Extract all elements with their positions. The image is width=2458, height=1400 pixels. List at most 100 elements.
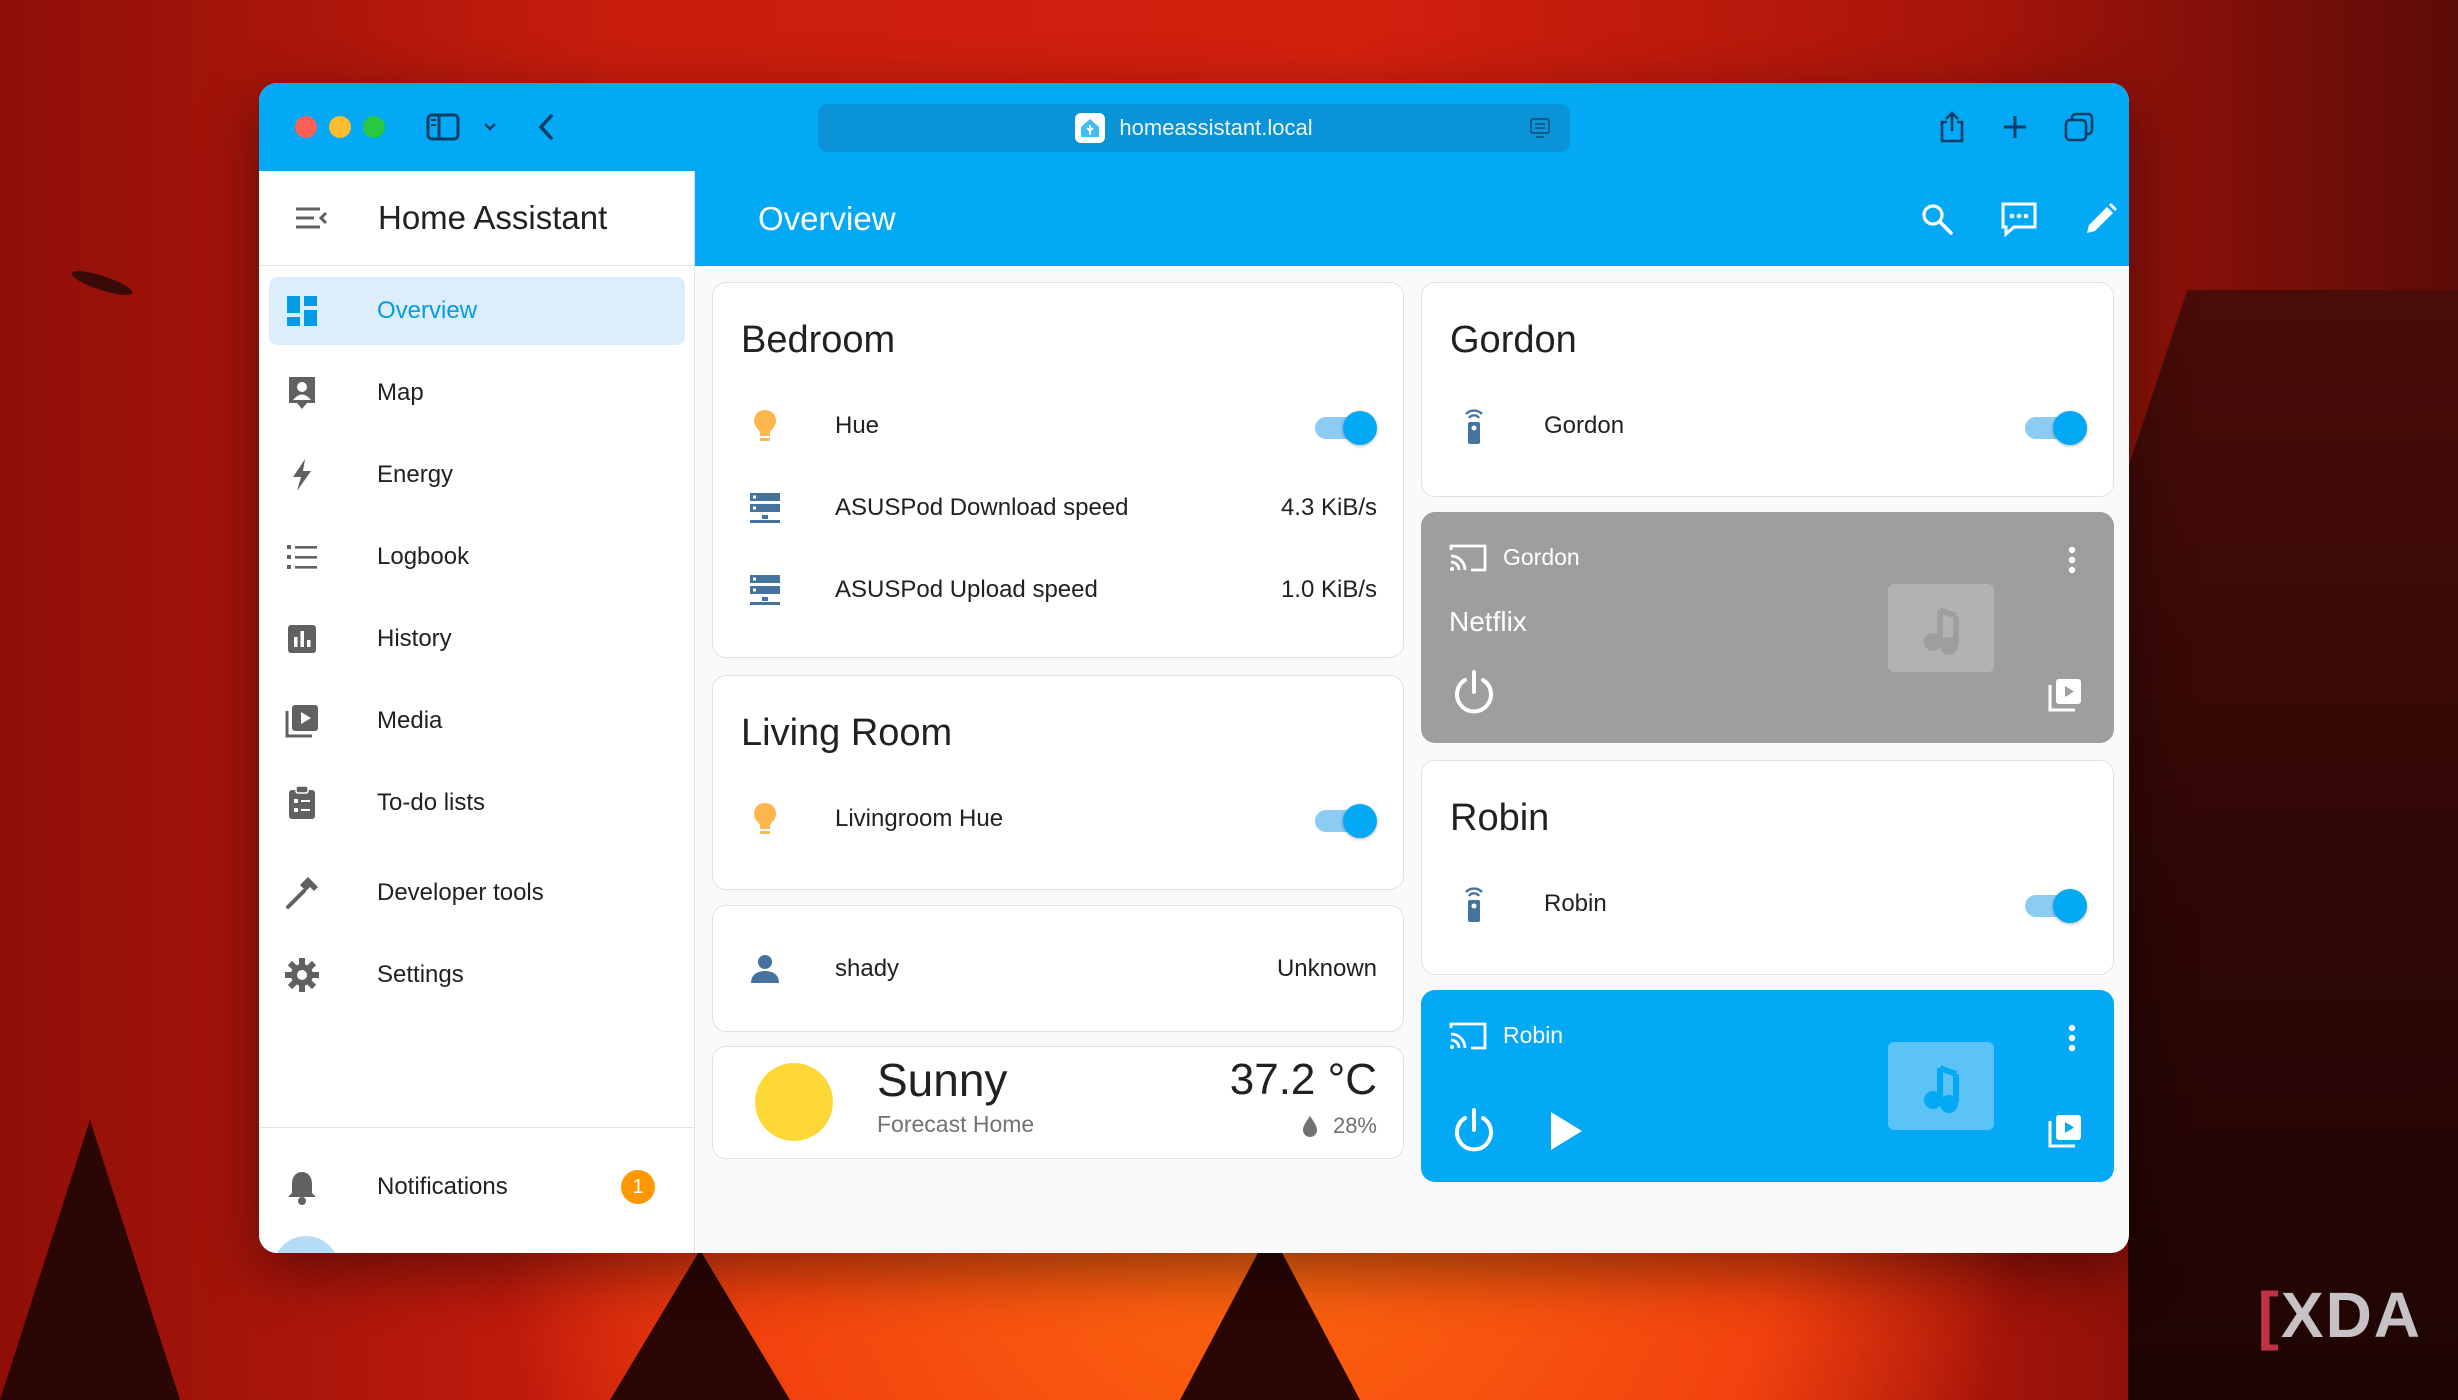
chevron-down-icon[interactable] [479, 105, 501, 149]
wallpaper-tree [1180, 1230, 1360, 1400]
sidebar-item-history[interactable]: History [269, 605, 685, 673]
play-icon[interactable] [1541, 1106, 1591, 1156]
share-icon[interactable] [1932, 105, 1972, 149]
media-icon [277, 703, 327, 739]
sidebar-item-label: Notifications [377, 1173, 508, 1200]
address-bar[interactable]: homeassistant.local [818, 104, 1570, 152]
sidebar-item-logbook[interactable]: Logbook [269, 523, 685, 591]
close-window-button[interactable] [295, 116, 317, 138]
sidebar-item-media[interactable]: Media [269, 687, 685, 755]
sunny-weather-icon [755, 1063, 833, 1141]
edit-pencil-icon[interactable] [2075, 193, 2127, 245]
media-card-header: Robin [1449, 1020, 1563, 1050]
minimize-window-button[interactable] [329, 116, 351, 138]
hue-toggle-switch[interactable] [1315, 411, 1377, 445]
entity-row[interactable]: ASUSPod Upload speed 1.0 KiB/s [741, 560, 1377, 620]
media-card-header: Gordon [1449, 542, 1580, 572]
entity-row[interactable]: Gordon [1450, 396, 2087, 456]
robin-media-card[interactable]: Robin [1421, 990, 2114, 1182]
weather-location: Forecast Home [877, 1111, 1035, 1137]
media-device-name: Robin [1503, 1021, 1564, 1048]
sidebar-item-overview[interactable]: Overview [269, 277, 685, 345]
sidebar-item-label: Overview [377, 297, 478, 324]
sidebar-item-label: Energy [377, 461, 454, 488]
media-placeholder-art-icon [1888, 1042, 1994, 1130]
menu-collapse-icon[interactable] [286, 205, 336, 231]
power-icon[interactable] [1447, 666, 1501, 720]
new-tab-icon[interactable] [1995, 105, 2035, 149]
window-controls [295, 116, 385, 138]
top-app-bar: Overview [695, 171, 2129, 266]
entity-name: shady [835, 955, 900, 982]
maximize-window-button[interactable] [363, 116, 385, 138]
wallpaper-tree [0, 1120, 180, 1400]
sidebar-item-energy[interactable]: Energy [269, 441, 685, 509]
app-title: Home Assistant [378, 199, 608, 236]
gordon-toggle-switch[interactable] [2025, 411, 2087, 445]
power-icon[interactable] [1447, 1104, 1501, 1158]
bell-icon [277, 1169, 327, 1205]
weather-card[interactable]: Sunny Forecast Home 37.2 °C 28% [712, 1046, 1404, 1159]
gordon-media-card[interactable]: Gordon Netflix [1421, 512, 2114, 743]
bedroom-card: Bedroom Hue ASUSPod Download speed 4.3 K… [712, 282, 1404, 658]
sidebar-item-label: Map [377, 379, 424, 406]
lightbulb-icon [741, 801, 789, 837]
entity-row[interactable]: Livingroom Hue [741, 789, 1377, 849]
robin-toggle-switch[interactable] [2025, 889, 2087, 923]
assist-chat-icon[interactable] [1993, 193, 2045, 245]
more-vertical-icon[interactable] [2068, 1024, 2076, 1057]
wallpaper-tree [610, 1250, 790, 1400]
more-vertical-icon[interactable] [2068, 546, 2076, 579]
entity-name: ASUSPod Download speed [835, 494, 1129, 521]
sidebar-item-user[interactable]: S shady [269, 1235, 685, 1253]
card-title: Living Room [741, 712, 953, 754]
entity-state: 4.3 KiB/s [1280, 494, 1377, 521]
weather-temperature: 37.2 °C [1229, 1055, 1377, 1104]
sidebar-item-todo[interactable]: To-do lists [269, 769, 685, 837]
remote-icon [1450, 884, 1498, 924]
sidebar-divider [259, 1127, 694, 1128]
sidebar-item-label: To-do lists [377, 789, 486, 816]
server-icon [741, 573, 789, 607]
hammer-icon [277, 875, 327, 911]
entity-row[interactable]: Hue [741, 396, 1377, 456]
sidebar-item-notifications[interactable]: Notifications 1 [269, 1153, 685, 1221]
lightbulb-icon [741, 408, 789, 444]
sidebar-item-label: Developer tools [377, 879, 544, 906]
cast-icon [1449, 1022, 1487, 1050]
lightning-icon [277, 457, 327, 493]
cast-icon [1449, 544, 1487, 572]
media-app-name: Netflix [1449, 606, 1527, 637]
sidebar-item-label: History [377, 625, 452, 652]
clipboard-list-icon [277, 785, 327, 821]
reader-mode-icon[interactable] [1528, 116, 1552, 146]
back-icon[interactable] [531, 105, 561, 149]
entity-name: ASUSPod Upload speed [835, 576, 1098, 603]
livingroom-hue-toggle-switch[interactable] [1315, 804, 1377, 838]
tab-overview-icon[interactable] [2059, 105, 2099, 149]
browser-window: homeassistant.local Home Assistant Overv… [259, 83, 2129, 1253]
card-title: Gordon [1450, 319, 1577, 361]
sidebar-toggle-icon[interactable] [423, 105, 463, 149]
notification-count-badge: 1 [621, 1170, 655, 1204]
media-browse-icon[interactable] [2046, 676, 2084, 714]
entity-row[interactable]: shady Unknown [741, 939, 1377, 999]
wallpaper-pagoda-roof [2128, 290, 2458, 1400]
media-browse-icon[interactable] [2046, 1112, 2084, 1150]
sidebar-item-developer-tools[interactable]: Developer tools [269, 859, 685, 927]
entity-name: Livingroom Hue [835, 805, 1004, 832]
humidity-value: 28% [1332, 1113, 1377, 1138]
xda-watermark: [XDA [2257, 1279, 2422, 1351]
sidebar-item-settings[interactable]: Settings [269, 941, 685, 1009]
entity-state: 1.0 KiB/s [1280, 576, 1377, 603]
living-room-card: Living Room Livingroom Hue [712, 675, 1404, 890]
sidebar-item-label: Logbook [377, 543, 470, 570]
entity-row[interactable]: ASUSPod Download speed 4.3 KiB/s [741, 478, 1377, 538]
page-title: Overview [758, 199, 896, 237]
gordon-card: Gordon Gordon [1421, 282, 2114, 497]
search-icon[interactable] [1911, 193, 1963, 245]
remote-icon [1450, 406, 1498, 446]
sidebar-item-map[interactable]: Map [269, 359, 685, 427]
entity-row[interactable]: Robin [1450, 874, 2087, 934]
entity-state: Unknown [1276, 955, 1377, 982]
